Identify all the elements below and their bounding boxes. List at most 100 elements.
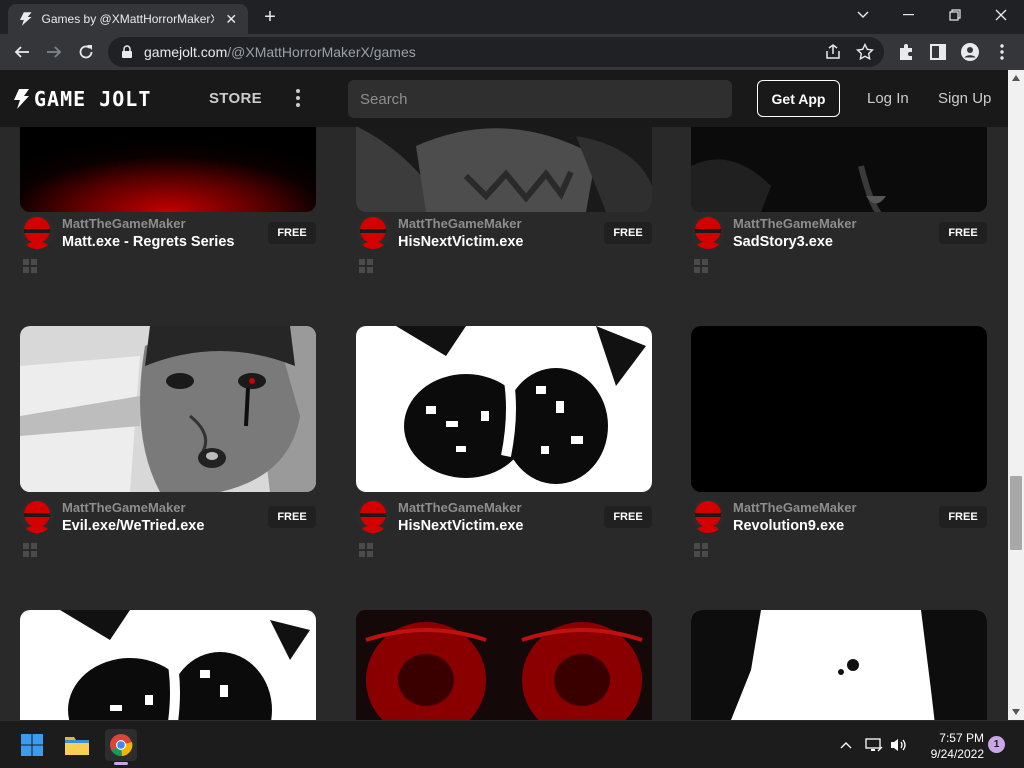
game-thumbnail[interactable] [356,326,652,492]
game-title[interactable]: SadStory3.exe [733,234,833,250]
url-path: /@XMattHorrorMakerX/games [227,44,416,60]
author-avatar[interactable] [356,215,390,249]
scrollbar-thumb[interactable] [1010,476,1022,550]
volume-icon[interactable] [888,735,908,755]
store-link[interactable]: STORE [209,90,262,107]
game-thumbnail[interactable] [20,610,316,720]
author-name[interactable]: MattTheGameMaker [62,216,186,231]
game-thumbnail[interactable] [691,326,987,492]
restore-button[interactable] [932,0,978,30]
reload-button[interactable] [72,38,100,66]
address-bar[interactable]: gamejolt.com/@XMattHorrorMakerX/games [108,37,884,67]
thumbnail-art [691,127,987,212]
tab-title: Games by @XMattHorrorMakerX [41,12,215,26]
game-meta: MattTheGameMaker HisNextVictim.exe FREE [356,492,652,572]
site-header: GAME JOLT STORE Get App Log In Sign Up [0,70,1008,127]
log-in-link[interactable]: Log In [867,90,909,107]
game-title[interactable]: Evil.exe/WeTried.exe [62,518,204,534]
close-window-button[interactable] [978,0,1024,30]
chevron-up-icon[interactable] [836,735,856,755]
game-thumbnail[interactable] [356,610,652,720]
game-meta: MattTheGameMaker HisNextVictim.exe FREE [356,208,652,288]
url-host: gamejolt.com [144,44,228,60]
game-thumbnail[interactable] [691,610,987,720]
game-thumbnail[interactable] [20,326,316,492]
games-grid: MattTheGameMaker Matt.exe - Regrets Seri… [0,127,1008,720]
game-title[interactable]: HisNextVictim.exe [398,234,523,250]
network-icon[interactable] [864,735,884,755]
start-button[interactable] [16,729,48,761]
game-thumbnail[interactable] [356,127,652,212]
new-tab-button[interactable]: + [258,6,282,30]
extensions-puzzle-icon[interactable] [896,42,916,62]
notification-badge[interactable]: 1 [988,736,1005,753]
game-title[interactable]: Revolution9.exe [733,518,844,534]
chrome-menu-icon[interactable] [992,42,1012,62]
side-panel-icon[interactable] [928,42,948,62]
game-thumbnail[interactable] [20,127,316,212]
share-icon[interactable] [824,43,842,61]
author-name[interactable]: MattTheGameMaker [398,216,522,231]
author-avatar[interactable] [356,499,390,533]
active-app-indicator [114,762,128,765]
game-title[interactable]: Matt.exe - Regrets Series [62,234,234,250]
game-meta: MattTheGameMaker Matt.exe - Regrets Seri… [20,208,316,288]
windows-platform-icon [694,543,708,557]
back-button[interactable] [8,38,36,66]
system-clock[interactable]: 7:57 PM 9/24/2022 [912,730,984,762]
logo-text: GAME JOLT [34,87,152,111]
scroll-down-arrow-icon[interactable] [1008,704,1024,720]
gamejolt-logo[interactable]: GAME JOLT [14,87,152,111]
clock-date: 9/24/2022 [930,747,984,761]
lightning-bolt-icon [14,89,29,109]
price-badge: FREE [604,222,652,244]
windows-platform-icon [23,543,37,557]
author-name[interactable]: MattTheGameMaker [62,500,186,515]
price-badge: FREE [939,506,987,528]
thumbnail-art [356,610,652,720]
tab-close-icon[interactable]: ✕ [224,11,238,28]
windows-platform-icon [23,259,37,273]
windows-platform-icon [359,259,373,273]
windows-start-icon [21,734,43,756]
scroll-up-arrow-icon[interactable] [1008,70,1024,86]
minimize-button[interactable] [886,0,932,30]
browser-tab[interactable]: Games by @XMattHorrorMakerX ✕ [8,4,248,34]
url-text: gamejolt.com/@XMattHorrorMakerX/games [144,44,416,60]
tab-search-icon[interactable] [840,0,886,30]
price-badge: FREE [604,506,652,528]
author-avatar[interactable] [691,499,725,533]
get-app-button[interactable]: Get App [757,80,840,117]
back-arrow-icon [14,46,29,58]
profile-avatar-icon[interactable] [960,42,980,62]
thumbnail-art [691,610,987,720]
gamejolt-favicon-icon [19,12,32,26]
sign-up-link[interactable]: Sign Up [938,90,991,107]
game-meta: MattTheGameMaker Revolution9.exe FREE [691,492,987,572]
game-title[interactable]: HisNextVictim.exe [398,518,523,534]
windows-platform-icon [694,259,708,273]
thumbnail-art [356,127,652,212]
search-input[interactable] [348,80,732,118]
game-thumbnail[interactable] [691,127,987,212]
author-name[interactable]: MattTheGameMaker [398,500,522,515]
reload-icon [79,45,93,59]
thumbnail-art [356,326,652,492]
browser-toolbar: gamejolt.com/@XMattHorrorMakerX/games [0,34,1024,70]
price-badge: FREE [939,222,987,244]
game-meta: MattTheGameMaker Evil.exe/WeTried.exe FR… [20,492,316,572]
author-avatar[interactable] [20,215,54,249]
more-options-icon[interactable] [292,87,304,109]
page-scrollbar[interactable] [1008,70,1024,720]
tab-strip: Games by @XMattHorrorMakerX ✕ + [0,0,1024,34]
forward-button[interactable] [40,38,68,66]
author-name[interactable]: MattTheGameMaker [733,500,857,515]
file-explorer-button[interactable] [61,729,93,761]
lock-icon[interactable] [120,45,134,59]
author-avatar[interactable] [20,499,54,533]
bookmark-star-icon[interactable] [856,43,874,61]
taskbar: 7:57 PM 9/24/2022 1 [0,720,1024,768]
author-name[interactable]: MattTheGameMaker [733,216,857,231]
author-avatar[interactable] [691,215,725,249]
chrome-taskbar-button[interactable] [105,729,137,765]
